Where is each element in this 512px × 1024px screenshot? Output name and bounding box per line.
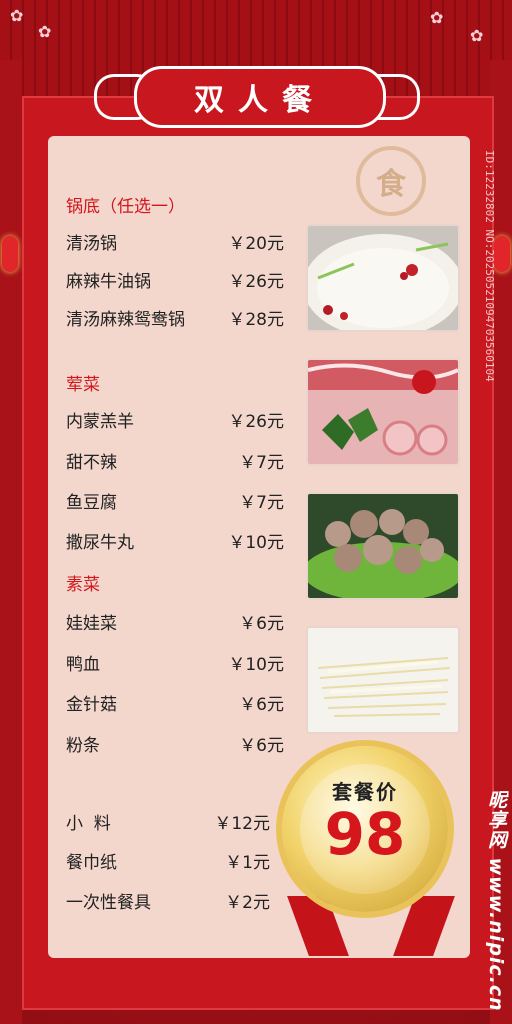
lamb-slices-photo (306, 358, 460, 466)
menu-item: 鸭血 ￥10元 (66, 650, 284, 675)
section-meat-heading: 荤菜 (66, 375, 100, 395)
menu-item: 内蒙羔羊 ￥26元 (66, 407, 284, 432)
plum-blossom-icon: ✿ (38, 22, 52, 41)
item-name: 甜不辣 (66, 452, 117, 473)
left-pillar (0, 60, 22, 1024)
menu-item: 小 料 ￥12元 (66, 809, 270, 834)
item-name: 鸭血 (66, 654, 100, 675)
plum-blossom-icon: ✿ (10, 6, 24, 25)
item-name: 金针菇 (66, 694, 117, 715)
item-price: ￥28元 (228, 309, 284, 330)
menu-item: 鱼豆腐 ￥7元 (66, 488, 284, 513)
section-soup-heading: 锅底（任选一） (66, 197, 185, 217)
item-price: ￥26元 (228, 271, 284, 292)
menu-item: 粉条 ￥6元 (66, 731, 284, 756)
menu-item: 清汤麻辣鸳鸯锅 ￥28元 (66, 305, 284, 330)
item-price: ￥10元 (228, 654, 284, 675)
badge-price: 98 (324, 800, 406, 868)
soup-broth-photo (306, 224, 460, 332)
item-price: ￥10元 (228, 532, 284, 553)
item-price: ￥6元 (239, 735, 284, 756)
item-name: 撒尿牛丸 (66, 532, 134, 553)
plum-blossom-icon: ✿ (470, 26, 484, 45)
item-price: ￥6元 (239, 694, 284, 715)
lantern-icon (494, 236, 510, 272)
set-price-badge: 套餐价 98 (282, 746, 448, 912)
item-name: 一次性餐具 (66, 892, 151, 913)
lantern-icon (2, 236, 18, 272)
item-price: ￥26元 (228, 411, 284, 432)
item-price: ￥6元 (239, 613, 284, 634)
page-title: 双人餐 (194, 83, 326, 118)
item-price: ￥2元 (225, 892, 270, 913)
watermark-id: ID:12232802 NO:20250521094703560104 (483, 150, 496, 382)
seal-char: 食 (376, 167, 406, 202)
menu-item: 撒尿牛丸 ￥10元 (66, 528, 284, 553)
item-name: 鱼豆腐 (66, 492, 117, 513)
menu-item: 麻辣牛油锅 ￥26元 (66, 267, 284, 292)
title-banner: 双人餐 (94, 60, 420, 128)
section-veg-heading: 素菜 (66, 575, 100, 595)
watermark-site: 昵享网 www.nipic.cn (485, 790, 507, 1012)
item-name: 小 料 (66, 813, 111, 834)
enoki-mushroom-photo (306, 626, 460, 734)
item-name: 清汤锅 (66, 233, 117, 254)
menu-item: 清汤锅 ￥20元 (66, 229, 284, 254)
item-name: 娃娃菜 (66, 613, 117, 634)
item-name: 餐巾纸 (66, 852, 117, 873)
menu-item: 甜不辣 ￥7元 (66, 448, 284, 473)
item-name: 内蒙羔羊 (66, 411, 134, 432)
menu-item: 餐巾纸 ￥1元 (66, 848, 270, 873)
menu-item: 金针菇 ￥6元 (66, 690, 284, 715)
item-price: ￥20元 (228, 233, 284, 254)
beef-balls-photo (306, 492, 460, 600)
item-price: ￥1元 (225, 852, 270, 873)
plum-blossom-icon: ✿ (430, 8, 444, 27)
menu-item: 娃娃菜 ￥6元 (66, 609, 284, 634)
food-seal-logo: 食 (356, 146, 426, 216)
item-price: ￥7元 (239, 452, 284, 473)
menu-item: 一次性餐具 ￥2元 (66, 888, 270, 913)
item-price: ￥12元 (214, 813, 270, 834)
item-name: 清汤麻辣鸳鸯锅 (66, 309, 185, 330)
item-name: 粉条 (66, 735, 100, 756)
item-price: ￥7元 (239, 492, 284, 513)
title-plate: 双人餐 (134, 66, 386, 128)
item-name: 麻辣牛油锅 (66, 271, 151, 292)
